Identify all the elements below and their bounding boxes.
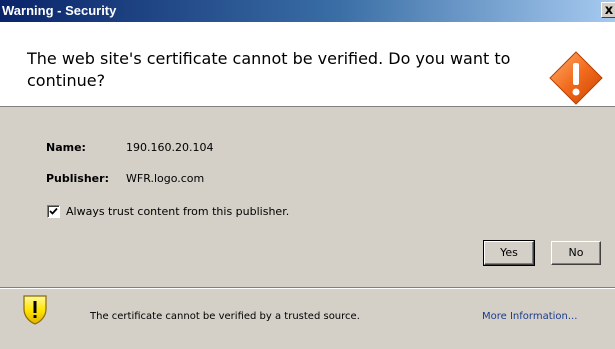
always-trust-label[interactable]: Always trust content from this publisher… [66,205,289,218]
name-value: 190.160.20.104 [126,141,214,154]
publisher-value: WFR.logo.com [126,172,205,185]
more-information-link[interactable]: More Information... [482,311,577,322]
footer-divider [0,287,615,289]
header-message: The web site's certificate cannot be ver… [27,49,511,90]
publisher-label: Publisher: [46,172,109,185]
dialog-header: The web site's certificate cannot be ver… [0,22,615,107]
close-button[interactable]: x [601,2,615,18]
security-warning-dialog: Warning - Security x The web site's cert… [0,0,615,349]
always-trust-checkbox[interactable] [47,205,60,218]
warning-diamond-icon [549,51,603,105]
footer-message: The certificate cannot be verified by a … [90,311,360,322]
yes-button[interactable]: Yes [483,240,535,266]
window-title: Warning - Security [2,3,117,18]
no-button[interactable]: No [551,241,601,265]
warning-shield-icon [23,295,47,325]
name-label: Name: [46,141,86,154]
title-bar[interactable]: Warning - Security x [0,0,615,22]
checkmark-icon [49,207,58,215]
